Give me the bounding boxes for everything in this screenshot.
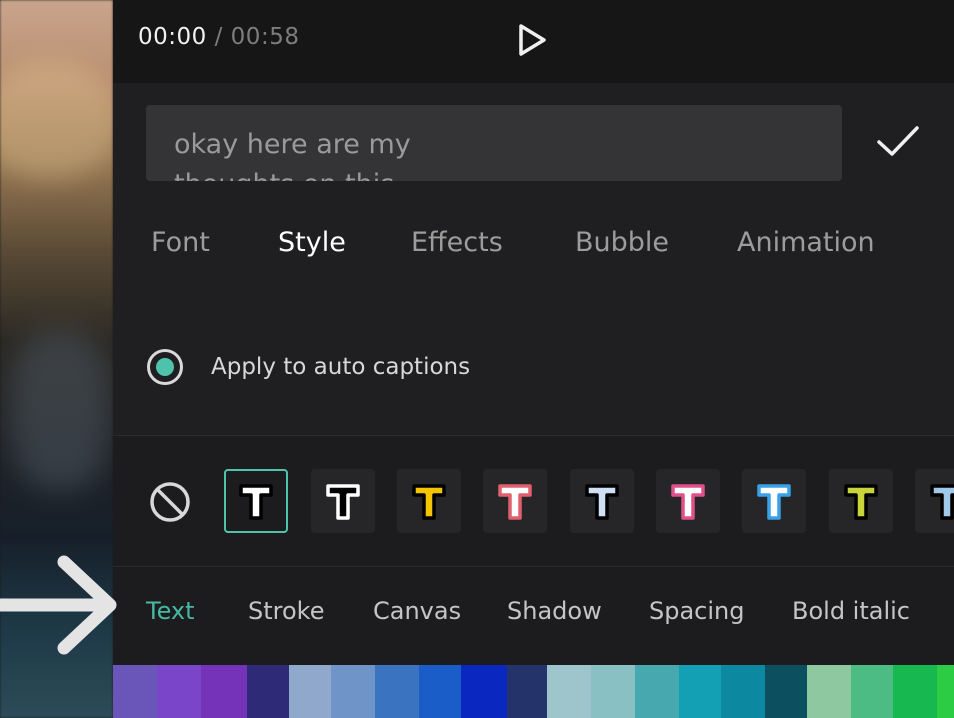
- tab-animation[interactable]: Animation: [737, 227, 875, 258]
- color-swatch[interactable]: [547, 665, 591, 718]
- text-style-preset[interactable]: [656, 469, 720, 533]
- tab-bubble[interactable]: Bubble: [575, 227, 669, 258]
- color-swatch[interactable]: [289, 665, 331, 718]
- play-button[interactable]: [515, 22, 549, 58]
- subtab-text[interactable]: Text: [146, 597, 195, 625]
- text-t-icon: [239, 484, 273, 520]
- confirm-button[interactable]: [876, 123, 920, 161]
- checkmark-icon: [877, 126, 919, 156]
- total-time: 00:58: [230, 24, 300, 50]
- text-t-icon: [412, 484, 446, 520]
- tab-style[interactable]: Style: [278, 227, 346, 258]
- play-icon: [519, 24, 546, 56]
- subtab-spacing[interactable]: Spacing: [649, 597, 744, 625]
- color-swatch[interactable]: [765, 665, 807, 718]
- player-bar: 00:00 / 00:58: [113, 0, 954, 83]
- tab-effects[interactable]: Effects: [411, 227, 503, 258]
- color-swatch[interactable]: [721, 665, 765, 718]
- text-style-preset[interactable]: [742, 469, 806, 533]
- text-style-preset[interactable]: [397, 469, 461, 533]
- caption-text-line-2: thoughts on this: [174, 169, 394, 181]
- time-separator: /: [214, 24, 223, 50]
- text-t-icon: [585, 484, 619, 520]
- subtab-bold-italic[interactable]: Bold italic: [792, 597, 910, 625]
- no-style-button[interactable]: [148, 480, 192, 524]
- text-t-icon: [930, 484, 954, 520]
- arrow-right-icon: [0, 555, 117, 655]
- color-swatch[interactable]: [201, 665, 247, 718]
- current-time: 00:00: [138, 24, 207, 50]
- text-style-preset[interactable]: [829, 469, 893, 533]
- color-swatch[interactable]: [113, 665, 157, 718]
- apply-auto-captions-label: Apply to auto captions: [211, 354, 471, 380]
- color-swatch[interactable]: [419, 665, 461, 718]
- color-swatch[interactable]: [893, 665, 937, 718]
- color-swatch[interactable]: [851, 665, 893, 718]
- text-style-preset[interactable]: [311, 469, 375, 533]
- apply-auto-captions-radio[interactable]: [147, 349, 183, 385]
- no-style-icon: [150, 482, 190, 522]
- tab-font[interactable]: Font: [151, 227, 210, 258]
- playback-time: 00:00 / 00:58: [138, 24, 299, 50]
- color-swatch[interactable]: [157, 665, 201, 718]
- color-swatch[interactable]: [507, 665, 547, 718]
- text-t-icon: [757, 484, 791, 520]
- subtab-shadow[interactable]: Shadow: [507, 597, 602, 625]
- text-editor-panel: 00:00 / 00:58 okay here are my thoughts …: [113, 0, 954, 718]
- text-t-icon: [671, 484, 705, 520]
- text-style-preset[interactable]: [915, 469, 954, 533]
- text-editor-area: okay here are my thoughts on this Font S…: [113, 83, 954, 435]
- text-t-icon: [844, 484, 878, 520]
- text-t-icon: [498, 484, 532, 520]
- style-presets: [113, 436, 954, 566]
- text-t-icon: [326, 484, 360, 520]
- color-swatch[interactable]: [807, 665, 851, 718]
- subtab-canvas[interactable]: Canvas: [373, 597, 461, 625]
- video-blur-shadow: [10, 330, 110, 490]
- color-swatch[interactable]: [635, 665, 679, 718]
- caption-text-input[interactable]: okay here are my thoughts on this: [146, 105, 842, 181]
- color-swatch[interactable]: [461, 665, 507, 718]
- text-style-preset[interactable]: [224, 469, 288, 533]
- video-blur-highlight: [0, 60, 113, 180]
- style-subtabs: Text Stroke Canvas Shadow Spacing Bold i…: [113, 567, 954, 665]
- color-swatch[interactable]: [937, 665, 954, 718]
- text-style-preset[interactable]: [483, 469, 547, 533]
- color-swatch[interactable]: [331, 665, 375, 718]
- color-swatches: [113, 665, 954, 718]
- text-style-preset[interactable]: [570, 469, 634, 533]
- color-swatch[interactable]: [375, 665, 419, 718]
- caption-text-line-1: okay here are my: [174, 129, 411, 160]
- subtab-stroke[interactable]: Stroke: [248, 597, 324, 625]
- color-swatch[interactable]: [591, 665, 635, 718]
- color-swatch[interactable]: [679, 665, 721, 718]
- color-swatch[interactable]: [247, 665, 289, 718]
